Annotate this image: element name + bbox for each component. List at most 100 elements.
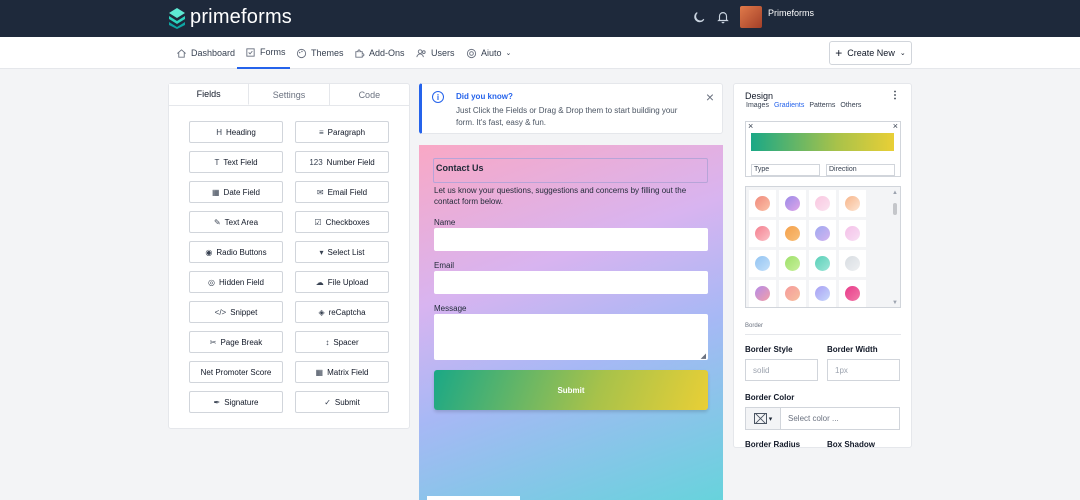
more-options-icon[interactable]: ⋮ — [890, 90, 900, 101]
chevron-down-icon: ⌄ — [505, 50, 512, 57]
gradient-swatch-dot — [815, 256, 830, 271]
field-button-hidden-field[interactable]: ◎ Hidden Field — [189, 271, 283, 293]
form-title[interactable]: Contact Us — [433, 158, 708, 183]
field-button-snippet[interactable]: </> Snippet — [189, 301, 283, 323]
gradient-swatch[interactable] — [749, 190, 776, 217]
puzzle-icon — [355, 49, 365, 58]
nav-item-themes[interactable]: Themes — [296, 37, 344, 69]
email-input[interactable] — [434, 271, 708, 294]
fields-tabs: Fields Settings Code — [169, 84, 409, 106]
gradient-type-input[interactable]: Type — [751, 164, 820, 176]
gradient-swatch[interactable] — [839, 220, 866, 247]
submit-button[interactable]: Submit — [434, 370, 708, 410]
gradient-swatch[interactable] — [749, 250, 776, 277]
field-button-number-field[interactable]: 123 Number Field — [295, 151, 389, 173]
field-button-page-break[interactable]: ✂ Page Break — [189, 331, 283, 353]
box-shadow-label: Box Shadow — [827, 440, 876, 448]
gradient-swatch[interactable] — [749, 280, 776, 307]
gradient-swatch[interactable] — [809, 280, 836, 307]
scroll-down-icon[interactable]: ▼ — [892, 300, 898, 306]
field-button-signature[interactable]: ✒ Signature — [189, 391, 283, 413]
gradient-swatch-dot — [755, 256, 770, 271]
close-icon[interactable]: × — [706, 89, 714, 105]
gradient-swatch[interactable] — [809, 220, 836, 247]
close-icon[interactable]: × — [748, 121, 753, 131]
field-button-text-area[interactable]: ✎ Text Area — [189, 211, 283, 233]
field-button-date-field[interactable]: ▦ Date Field — [189, 181, 283, 203]
field-button-select-list[interactable]: ▾ Select List — [295, 241, 389, 263]
subtab-gradients[interactable]: Gradients — [773, 102, 805, 109]
gradient-swatch[interactable] — [839, 280, 866, 307]
tab-code[interactable]: Code — [330, 84, 409, 105]
gradient-editor: × × Type Direction — [745, 121, 901, 177]
gradient-preview-bar[interactable] — [751, 133, 894, 151]
field-button-net-promoter-score[interactable]: Net Promoter Score — [189, 361, 283, 383]
field-button-checkboxes[interactable]: ☑ Checkboxes — [295, 211, 389, 233]
tab-settings[interactable]: Settings — [249, 84, 330, 105]
gradient-swatch[interactable] — [839, 190, 866, 217]
field-button-label: Text Area — [224, 217, 259, 227]
gradient-swatch[interactable] — [839, 250, 866, 277]
gradient-swatch[interactable] — [749, 220, 776, 247]
gradient-swatch[interactable] — [779, 190, 806, 217]
name-input[interactable] — [434, 228, 708, 251]
color-input[interactable]: Select color ... — [788, 414, 839, 423]
field-button-submit[interactable]: ✓ Submit — [295, 391, 389, 413]
text-area-icon: ✎ — [213, 217, 221, 227]
field-button-radio-buttons[interactable]: ◉ Radio Buttons — [189, 241, 283, 263]
nav-item-users[interactable]: Users — [416, 37, 455, 69]
scroll-thumb[interactable] — [893, 203, 897, 215]
logo[interactable]: primeforms — [168, 6, 292, 29]
close-icon[interactable]: × — [893, 121, 898, 131]
nav-item-aiuto[interactable]: Aiuto ⌄ — [466, 37, 511, 69]
gradient-swatch[interactable] — [779, 250, 806, 277]
form-description[interactable]: Let us know your questions, suggestions … — [434, 185, 704, 207]
subtab-patterns[interactable]: Patterns — [808, 102, 836, 109]
field-buttons-grid: H Heading ≡ Paragraph T Text Field 123 Number F… — [189, 121, 389, 413]
border-width-input[interactable]: 1px — [827, 359, 900, 381]
text-field-icon: T — [214, 157, 220, 167]
email-field-icon: ✉ — [316, 187, 324, 197]
nav-item-addons[interactable]: Add-Ons — [354, 37, 405, 69]
field-button-label: Checkboxes — [325, 217, 370, 227]
username[interactable]: Primeforms — [768, 8, 814, 18]
tab-fields[interactable]: Fields — [169, 84, 250, 105]
subtab-images[interactable]: Images — [745, 102, 770, 109]
border-color-picker[interactable]: ▾ Select color ... — [745, 407, 900, 430]
gradient-swatch[interactable] — [809, 190, 836, 217]
field-button-paragraph[interactable]: ≡ Paragraph — [295, 121, 389, 143]
avatar[interactable] — [739, 6, 762, 28]
swatch-scrollbar[interactable]: ▲ ▼ — [891, 190, 899, 306]
field-button-file-upload[interactable]: ☁ File Upload — [295, 271, 389, 293]
nav-item-forms[interactable]: Forms — [237, 37, 290, 69]
scroll-up-icon[interactable]: ▲ — [892, 190, 898, 196]
subtab-others[interactable]: Others — [839, 102, 862, 109]
field-button-spacer[interactable]: ↕ Spacer — [295, 331, 389, 353]
bell-icon[interactable] — [716, 10, 730, 24]
field-button-recaptcha[interactable]: ◈ reCaptcha — [295, 301, 389, 323]
field-button-label: Signature — [224, 397, 259, 407]
resize-handle-icon[interactable]: ◢ — [701, 352, 706, 360]
gradient-direction-input[interactable]: Direction — [826, 164, 895, 176]
no-color-icon — [753, 413, 767, 424]
field-button-text-field[interactable]: T Text Field — [189, 151, 283, 173]
preview-footer-element — [427, 496, 520, 500]
message-textarea[interactable]: ◢ — [434, 314, 708, 360]
nav-item-dashboard[interactable]: Dashboard — [176, 37, 235, 69]
field-button-label: Page Break — [220, 337, 263, 347]
primeforms-logo-icon — [169, 7, 185, 29]
gradient-swatch[interactable] — [779, 220, 806, 247]
moon-icon[interactable] — [692, 10, 706, 24]
field-button-email-field[interactable]: ✉ Email Field — [295, 181, 389, 203]
border-section-label: Border — [745, 323, 764, 329]
field-button-matrix-field[interactable]: ▦ Matrix Field — [295, 361, 389, 383]
message-label: Message — [434, 304, 467, 313]
field-button-label: Text Field — [223, 157, 258, 167]
color-swatch-button[interactable]: ▾ — [746, 408, 781, 429]
gradient-swatch[interactable] — [809, 250, 836, 277]
field-button-heading[interactable]: H Heading — [189, 121, 283, 143]
info-icon: i — [432, 91, 444, 103]
gradient-swatch[interactable] — [779, 280, 806, 307]
border-style-input[interactable]: solid — [745, 359, 818, 381]
create-new-button[interactable]: + Create New ⌄ — [829, 41, 912, 65]
